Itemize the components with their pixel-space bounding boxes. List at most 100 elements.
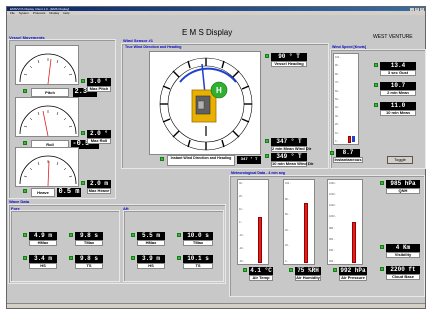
max-pitch-value: 3.0 ° xyxy=(87,78,111,86)
air-humidity-bar xyxy=(304,203,308,263)
fore-hs-value: 3.4 m xyxy=(29,255,57,263)
fore-tmax-value: 9.8 s xyxy=(75,232,103,240)
fore-hs-status-dot xyxy=(23,256,27,260)
horizontal-scrollbar[interactable] xyxy=(7,303,425,308)
heave-dial xyxy=(15,147,79,187)
pitch-dial xyxy=(15,45,79,85)
wind-speed-tick-label: 20 - xyxy=(335,123,340,127)
max-heave-status-dot xyxy=(81,181,85,185)
aft-ts-value: 10.1 s xyxy=(183,255,213,263)
fore-hmax-value: 4.9 m xyxy=(29,232,57,240)
mean2-value: 10.7 xyxy=(380,82,416,90)
wind-sensor-subtitle: True Wind Direction and Heading xyxy=(125,45,182,49)
wind-speed-marker xyxy=(352,136,355,142)
instant-wind-label: Instant Wind Direction and Heading xyxy=(167,155,235,166)
qnh-value: 985 hPa xyxy=(386,180,420,188)
menu-help[interactable]: Help xyxy=(63,11,69,15)
menu-protocols[interactable]: Protocols xyxy=(33,11,46,15)
wind-speed-tick-label: 30 - xyxy=(335,114,340,118)
aft-hs-label: HS xyxy=(137,263,165,269)
menu-file[interactable]: File xyxy=(10,11,15,15)
aft-hs-value: 3.9 m xyxy=(137,255,165,263)
air-pressure-tick-label: 940 - xyxy=(329,248,335,252)
air-temp-tick-label: 20 - xyxy=(239,195,244,198)
menu-display[interactable]: Display xyxy=(49,11,59,15)
max-heave-value: 2.0 m xyxy=(87,180,111,188)
dir10-status-dot xyxy=(265,154,269,158)
max-pitch-status-dot xyxy=(81,79,85,83)
air-pressure-tick-label: 1000 - xyxy=(329,215,337,219)
heave-status-dot xyxy=(23,189,27,193)
aft-hmax-value: 5.5 m xyxy=(137,232,165,240)
mean10-status-dot xyxy=(374,103,378,107)
air-humidity-label: Air Humidity xyxy=(295,275,321,281)
cloud-base-status-dot xyxy=(380,267,384,271)
menu-bar: File System Protocols Display Help xyxy=(7,11,425,15)
wind-speed-gauge: 100 - 90 - 80 - 70 - 60 - 50 - 40 - 30 - 20 - 10 … xyxy=(333,53,359,145)
wind-speed-tick-label: 0 - xyxy=(335,140,338,143)
instant-wind-value: 347 ° T xyxy=(237,156,261,164)
fore-ts-status-dot xyxy=(69,256,73,260)
air-pressure-bar xyxy=(352,222,356,263)
svg-text:H: H xyxy=(216,86,222,95)
aft-ts-status-dot xyxy=(177,256,181,260)
app-title: E M S Display xyxy=(182,28,233,37)
ems-display-window: EMS/VCS Display Client 1.0 - [EMS Displa… xyxy=(6,6,426,309)
menu-system[interactable]: System xyxy=(19,11,29,15)
aft-hs-status-dot xyxy=(131,256,135,260)
max-roll-status-dot xyxy=(81,131,85,135)
wind-speed-tick-label: 50 - xyxy=(335,98,340,101)
air-temp-status-dot xyxy=(243,268,247,272)
visibility-value: 4 Km xyxy=(386,244,420,252)
instantaneous-label: Instantaneous xyxy=(333,157,363,163)
toggle-button[interactable]: Toggle xyxy=(387,156,413,164)
aft-ts-label: TS xyxy=(183,263,213,269)
gust-status-dot xyxy=(374,63,378,67)
roll-status-dot xyxy=(23,141,27,145)
air-temp-tick-label: 0 - xyxy=(239,221,242,224)
max-heave-label: Max Heave xyxy=(87,188,111,194)
vessel-heading-label: Vessel Heading xyxy=(271,61,307,67)
air-temp-tick-label: 30 - xyxy=(239,182,244,185)
mean10-label: 10 min Mean xyxy=(380,110,416,116)
wind-compass: H xyxy=(149,51,261,155)
wind-speed-bar xyxy=(348,135,351,143)
wind-speed-tick-label: 40 - xyxy=(335,106,340,110)
aft-hmax-status-dot xyxy=(131,233,135,237)
air-humidity-gauge: 100 - 80 - 60 - 40 - 20 - 0 - xyxy=(283,179,315,265)
mean2-status-dot xyxy=(374,83,378,87)
dir2-status-dot xyxy=(265,139,269,143)
cloud-base-value: 2200 ft xyxy=(386,266,420,274)
aft-hmax-label: HMax xyxy=(137,240,165,246)
fore-ts-value: 9.8 s xyxy=(75,255,103,263)
qnh-label: QNH xyxy=(386,188,420,194)
dir2-value: 347 ° T xyxy=(271,138,307,146)
cloud-base-label: Cloud Base xyxy=(386,274,420,280)
vessel-heading-status-dot xyxy=(265,54,269,58)
gust-value: 13.4 xyxy=(380,62,416,70)
fore-hmax-label: HMax xyxy=(29,240,57,246)
vessel-heading-value: 90 ° T xyxy=(271,53,307,61)
pitch-status-dot xyxy=(23,89,27,93)
wave-fore-panel xyxy=(10,210,120,282)
vessel-name: WEST VENTURE xyxy=(373,34,413,40)
max-pitch-label: Max Pitch xyxy=(87,86,111,92)
dir10-value: 349 ° T xyxy=(271,153,307,161)
roll-dial xyxy=(15,97,79,137)
air-temp-gauge: 30 - 20 - 10 - 0 - -10 - -20 - -30 - xyxy=(237,179,269,265)
dir2-label: 2 min Mean Wind Dir xyxy=(271,146,312,152)
aft-tmax-status-dot xyxy=(177,233,181,237)
air-humidity-value: 75 %RH xyxy=(295,267,321,275)
wind-speed-tick-label: 70 - xyxy=(335,81,340,85)
heave-label: Heave xyxy=(31,188,55,197)
air-pressure-status-dot xyxy=(333,268,337,272)
dir10-label: 10 min Mean Wind Dir xyxy=(271,161,314,167)
wind-speed-tick-label: 100 - xyxy=(335,56,341,59)
wind-speed-tick-label: 60 - xyxy=(335,89,340,93)
air-humidity-tick-label: 60 - xyxy=(285,213,290,217)
air-pressure-tick-label: 920 - xyxy=(329,260,335,263)
max-roll-value: 2.0 ° xyxy=(87,130,111,138)
air-humidity-tick-label: 40 - xyxy=(285,228,290,232)
aft-tmax-label: TMax xyxy=(183,240,213,246)
gust-label: 3 sec Gust xyxy=(380,70,416,76)
